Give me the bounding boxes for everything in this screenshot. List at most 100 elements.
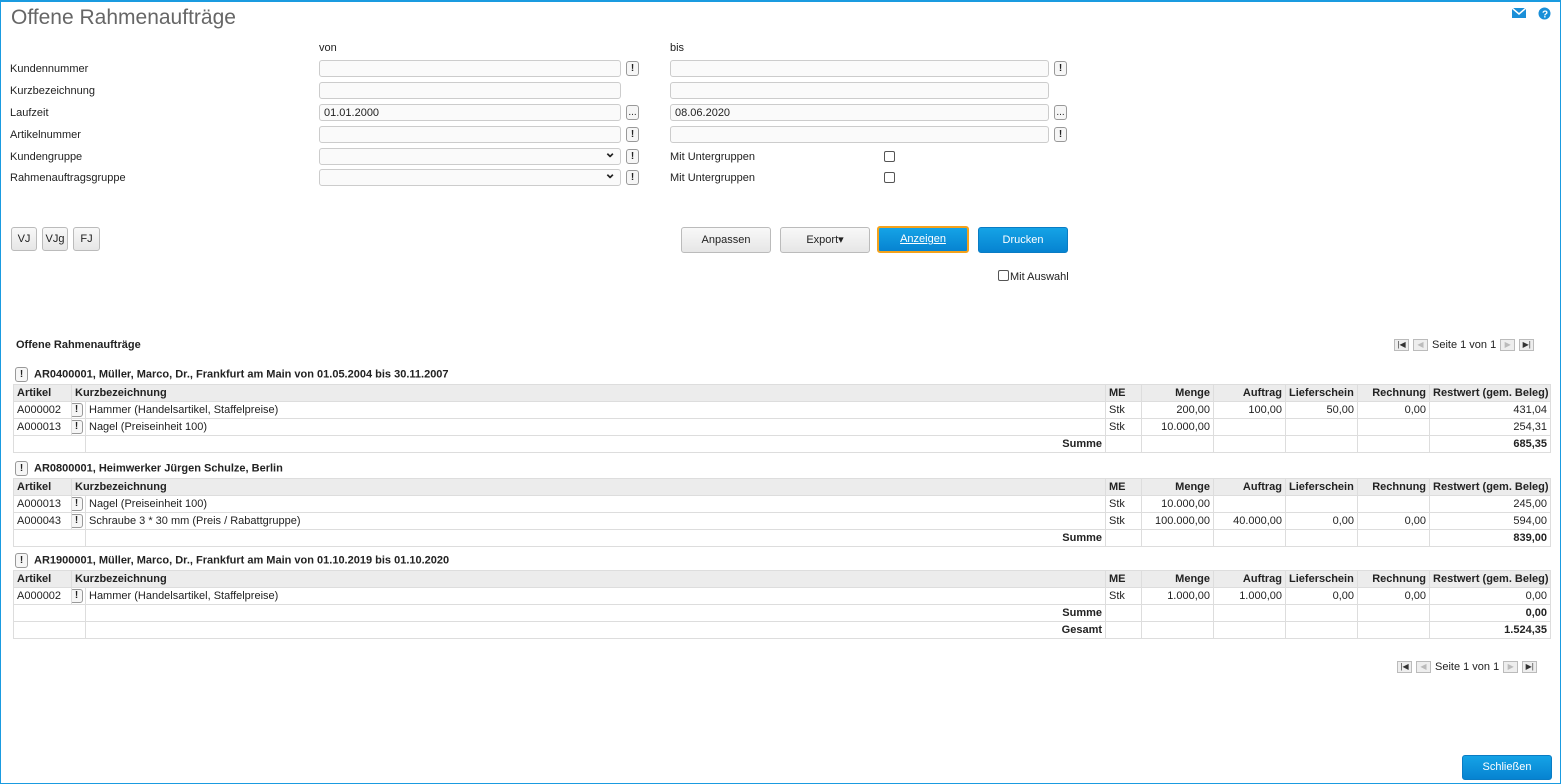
lookup-button[interactable]: !	[1054, 61, 1067, 76]
table-row: A000043! Schraube 3 * 30 mm (Preis / Raba…	[13, 512, 1551, 530]
fj-button[interactable]: FJ	[73, 227, 100, 251]
value-cell: 100,00	[1213, 401, 1287, 419]
pager-top: |◀ ◀ Seite 1 von 1 ▶ ▶|	[1394, 339, 1535, 351]
filter-select-von[interactable]	[319, 166, 621, 186]
group-table: Artikel Kurzbezeichnung ME Menge Auftrag Lief…	[13, 478, 1551, 547]
group-table: Artikel Kurzbezeichnung ME Menge Auftrag Lief…	[13, 384, 1551, 453]
artikel-cell[interactable]: A000002	[13, 401, 72, 419]
anpassen-button[interactable]: Anpassen	[681, 227, 771, 253]
mail-icon[interactable]	[1512, 8, 1526, 18]
first-page-icon[interactable]: |◀	[1394, 339, 1409, 351]
article-detail-button[interactable]: !	[72, 589, 83, 603]
lookup-button[interactable]: !	[626, 61, 639, 76]
artikel-cell[interactable]: A000043	[13, 512, 72, 530]
table-header: Artikel Kurzbezeichnung ME Menge Auftrag Lief…	[13, 478, 1551, 496]
col-header: ME	[1105, 570, 1143, 588]
sum-label: Summe	[84, 435, 1107, 453]
page-title: Offene Rahmenaufträge	[11, 6, 236, 29]
col-header: Menge	[1141, 384, 1215, 402]
prev-page-icon[interactable]: ◀	[1413, 339, 1428, 351]
mit-auswahl-checkbox[interactable]	[998, 270, 1009, 281]
article-detail-button[interactable]: !	[72, 420, 83, 434]
mit-untergruppen-checkbox[interactable]	[884, 151, 895, 162]
table-row: A000013! Nagel (Preiseinheit 100) Stk 10.00…	[13, 418, 1551, 436]
schliessen-button[interactable]: Schließen	[1462, 755, 1552, 780]
mit-untergruppen-label: Mit Untergruppen	[670, 172, 755, 184]
lookup-button[interactable]: !	[626, 127, 639, 142]
col-header: Restwert (gem. Beleg)	[1429, 478, 1551, 496]
filter-input-bis[interactable]	[670, 82, 1049, 99]
artikel-cell[interactable]: A000013	[13, 418, 72, 436]
group-title: ! AR1900001, Müller, Marco, Dr., Frankfur…	[15, 553, 449, 568]
kurzbezeichnung-cell: Hammer (Handelsartikel, Staffelpreise)	[84, 401, 1107, 419]
vjg-button[interactable]: VJg	[42, 227, 68, 251]
table-row: A000002! Hammer (Handelsartikel, Staffelp…	[13, 587, 1551, 605]
value-cell	[1285, 418, 1359, 436]
lookup-button[interactable]: !	[626, 149, 639, 164]
filter-input-bis[interactable]: 08.06.2020	[670, 104, 1049, 121]
last-page-icon[interactable]: ▶|	[1522, 661, 1538, 673]
sum-label: Summe	[84, 529, 1107, 547]
article-detail-button[interactable]: !	[72, 497, 83, 511]
filter-label: Kundengruppe	[10, 151, 83, 163]
group-title-text: AR1900001, Müller, Marco, Dr., Frankfurt…	[34, 554, 450, 567]
filter-input-bis[interactable]	[670, 60, 1049, 77]
artikel-cell[interactable]: A000013	[13, 495, 72, 513]
col-header: Auftrag	[1213, 384, 1287, 402]
group-detail-button[interactable]: !	[15, 553, 28, 568]
first-page-icon[interactable]: |◀	[1397, 661, 1412, 673]
mit-untergruppen-checkbox[interactable]	[884, 172, 895, 183]
col-artikel: Artikel	[13, 384, 72, 402]
export-button[interactable]: Export▾	[780, 227, 870, 253]
table-row: A000002! Hammer (Handelsartikel, Staffelp…	[13, 401, 1551, 419]
value-cell: 10.000,00	[1141, 418, 1215, 436]
value-cell: 0,00	[1429, 587, 1551, 605]
filter-input-von[interactable]	[319, 126, 621, 143]
drucken-button[interactable]: Drucken	[978, 227, 1068, 253]
sum-row: Summe 0,00	[13, 604, 1551, 622]
date-picker-button[interactable]: ...	[1054, 105, 1067, 120]
col-artikel: Artikel	[13, 570, 72, 588]
col-header: Auftrag	[1213, 570, 1287, 588]
value-cell: 10.000,00	[1141, 495, 1215, 513]
next-page-icon[interactable]: ▶	[1500, 339, 1516, 351]
col-header: Lieferschein	[1285, 478, 1359, 496]
date-picker-button[interactable]: ...	[626, 105, 639, 120]
value-cell: 0,00	[1357, 587, 1431, 605]
next-page-icon[interactable]: ▶	[1503, 661, 1519, 673]
pager-bottom: |◀ ◀ Seite 1 von 1 ▶ ▶|	[1397, 661, 1538, 673]
kurzbezeichnung-cell: Hammer (Handelsartikel, Staffelpreise)	[84, 587, 1107, 605]
col-header: Rechnung	[1357, 570, 1431, 588]
filter-select-von[interactable]	[319, 145, 621, 165]
help-icon[interactable]: ?	[1538, 7, 1551, 20]
lookup-button[interactable]: !	[1054, 127, 1067, 142]
anzeigen-button[interactable]: Anzeigen	[877, 226, 969, 253]
table-header: Artikel Kurzbezeichnung ME Menge Auftrag Lief…	[13, 384, 1551, 402]
value-cell: 594,00	[1429, 512, 1551, 530]
col-header: ME	[1105, 478, 1143, 496]
filter-input-von[interactable]: 01.01.2000	[319, 104, 621, 121]
artikel-cell[interactable]: A000002	[13, 587, 72, 605]
article-detail-button[interactable]: !	[72, 403, 83, 417]
col-header: Rechnung	[1357, 384, 1431, 402]
prev-page-icon[interactable]: ◀	[1416, 661, 1431, 673]
last-page-icon[interactable]: ▶|	[1519, 339, 1535, 351]
vj-button[interactable]: VJ	[11, 227, 37, 251]
mit-auswahl-label: Mit Auswahl	[1010, 271, 1069, 283]
sum-label: Gesamt	[84, 621, 1107, 639]
filter-label: Artikelnummer	[10, 129, 81, 141]
lookup-button[interactable]: !	[626, 170, 639, 185]
group-detail-button[interactable]: !	[15, 461, 28, 476]
filter-input-von[interactable]	[319, 60, 621, 77]
col-header: Auftrag	[1213, 478, 1287, 496]
kurzbezeichnung-cell: Nagel (Preiseinheit 100)	[84, 495, 1107, 513]
group-detail-button[interactable]: !	[15, 367, 28, 382]
article-detail-button[interactable]: !	[72, 514, 83, 528]
filter-label: Kundennummer	[10, 63, 89, 75]
col-header: Menge	[1141, 478, 1215, 496]
filter-input-von[interactable]	[319, 82, 621, 99]
filter-input-bis[interactable]	[670, 126, 1049, 143]
value-cell: 254,31	[1429, 418, 1551, 436]
group-title: ! AR0400001, Müller, Marco, Dr., Frankfur…	[15, 367, 449, 382]
value-cell: 1.000,00	[1213, 587, 1287, 605]
